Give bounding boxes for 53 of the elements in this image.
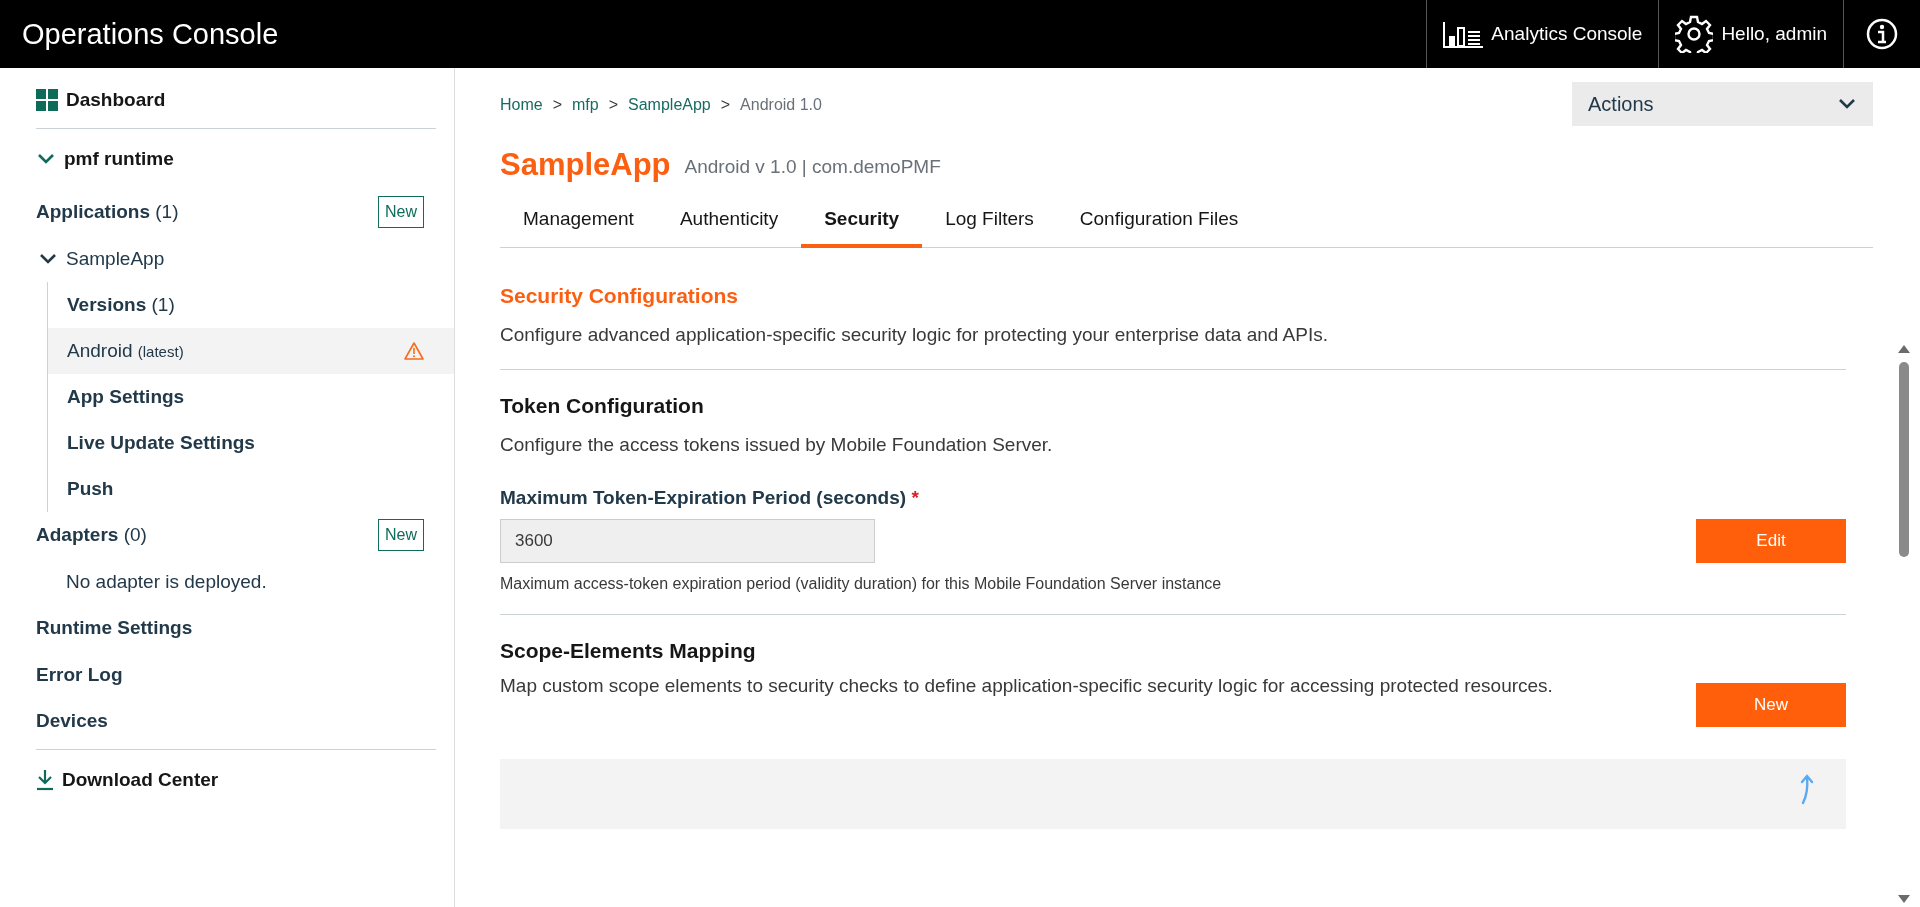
input-field[interactable]: 3600 — [500, 519, 875, 564]
nav-item[interactable]: Applications (1) — [36, 201, 378, 224]
breadcrumb-link[interactable]: Home — [500, 96, 543, 114]
breadcrumb-separator: > — [720, 96, 731, 114]
gear-icon — [1675, 15, 1714, 53]
section-title: Security Configurations — [500, 284, 740, 308]
bar-chart-icon — [1443, 20, 1484, 48]
app-subtitle: Android v 1.0 | com.demoPMF — [684, 155, 941, 178]
nav-item[interactable]: Adapters (0) — [36, 524, 378, 547]
tab[interactable]: Configuration Files — [1056, 196, 1262, 248]
dashboard-icon — [36, 89, 58, 111]
actions-dropdown[interactable]: Actions — [1572, 82, 1873, 126]
runtime-item[interactable]: pmf runtime — [64, 148, 174, 170]
section-description: Map custom scope elements to security checks to define application-specific security logic for accessing protected resources. — [500, 674, 1553, 699]
nav-item[interactable]: Runtime Settings — [36, 617, 424, 640]
scroll-down-icon — [1896, 894, 1911, 905]
nav-item[interactable]: Error Log — [36, 663, 424, 686]
download-icon — [36, 768, 54, 791]
nav-item[interactable]: Android (latest) — [48, 328, 454, 374]
tab[interactable]: Management — [500, 196, 657, 248]
dashboard-link[interactable]: Dashboard — [66, 89, 166, 111]
breadcrumb-link[interactable]: SampleApp — [628, 96, 711, 114]
scrollbar-thumb[interactable] — [1898, 362, 1909, 557]
nav-item[interactable]: Live Update Settings — [48, 420, 454, 466]
nav-item[interactable]: Devices — [36, 710, 424, 733]
field-help: Maximum access-token expiration period (validity duration) for this Mobile Foundation Server instance — [500, 575, 1223, 594]
info-icon — [1866, 18, 1898, 50]
new-button[interactable]: New — [378, 519, 424, 552]
breadcrumb-separator: > — [608, 96, 619, 114]
tab[interactable]: Authenticity — [656, 196, 802, 248]
new-button[interactable]: New — [378, 196, 424, 229]
nav-item[interactable]: Versions (1) — [48, 282, 454, 328]
breadcrumb-separator: > — [552, 96, 563, 114]
arrow-icon — [1800, 773, 1814, 806]
nav-item[interactable]: Push — [48, 466, 454, 512]
section-description: Configure the access tokens issued by Mobile Foundation Server. — [500, 432, 1054, 457]
breadcrumb-current: Android 1.0 — [740, 96, 822, 114]
empty-note: No adapter is deployed. — [65, 569, 268, 594]
section-heading: Scope-Elements Mapping — [500, 639, 757, 664]
user-menu[interactable]: Hello, admin — [1658, 0, 1843, 68]
breadcrumb-link[interactable]: mfp — [572, 96, 599, 114]
tree-item[interactable]: SampleApp — [66, 247, 165, 270]
app-title: Operations Console — [21, 17, 280, 51]
analytics-console-link[interactable]: Analytics Console — [1426, 0, 1659, 68]
section-description: Configure advanced application-specific security logic for protecting your enterprise data and APIs. — [500, 323, 1329, 347]
nav-item[interactable]: App Settings — [48, 374, 454, 420]
app-name: SampleApp — [500, 147, 671, 183]
tab[interactable]: Log Filters — [922, 196, 1057, 248]
download-center-link[interactable]: Download Center — [62, 768, 219, 791]
field-label: Maximum Token-Expiration Period (seconds) * — [500, 487, 920, 510]
tab[interactable]: Security — [801, 196, 923, 248]
section-heading: Token Configuration — [500, 393, 705, 418]
scroll-up-icon — [1896, 343, 1911, 354]
